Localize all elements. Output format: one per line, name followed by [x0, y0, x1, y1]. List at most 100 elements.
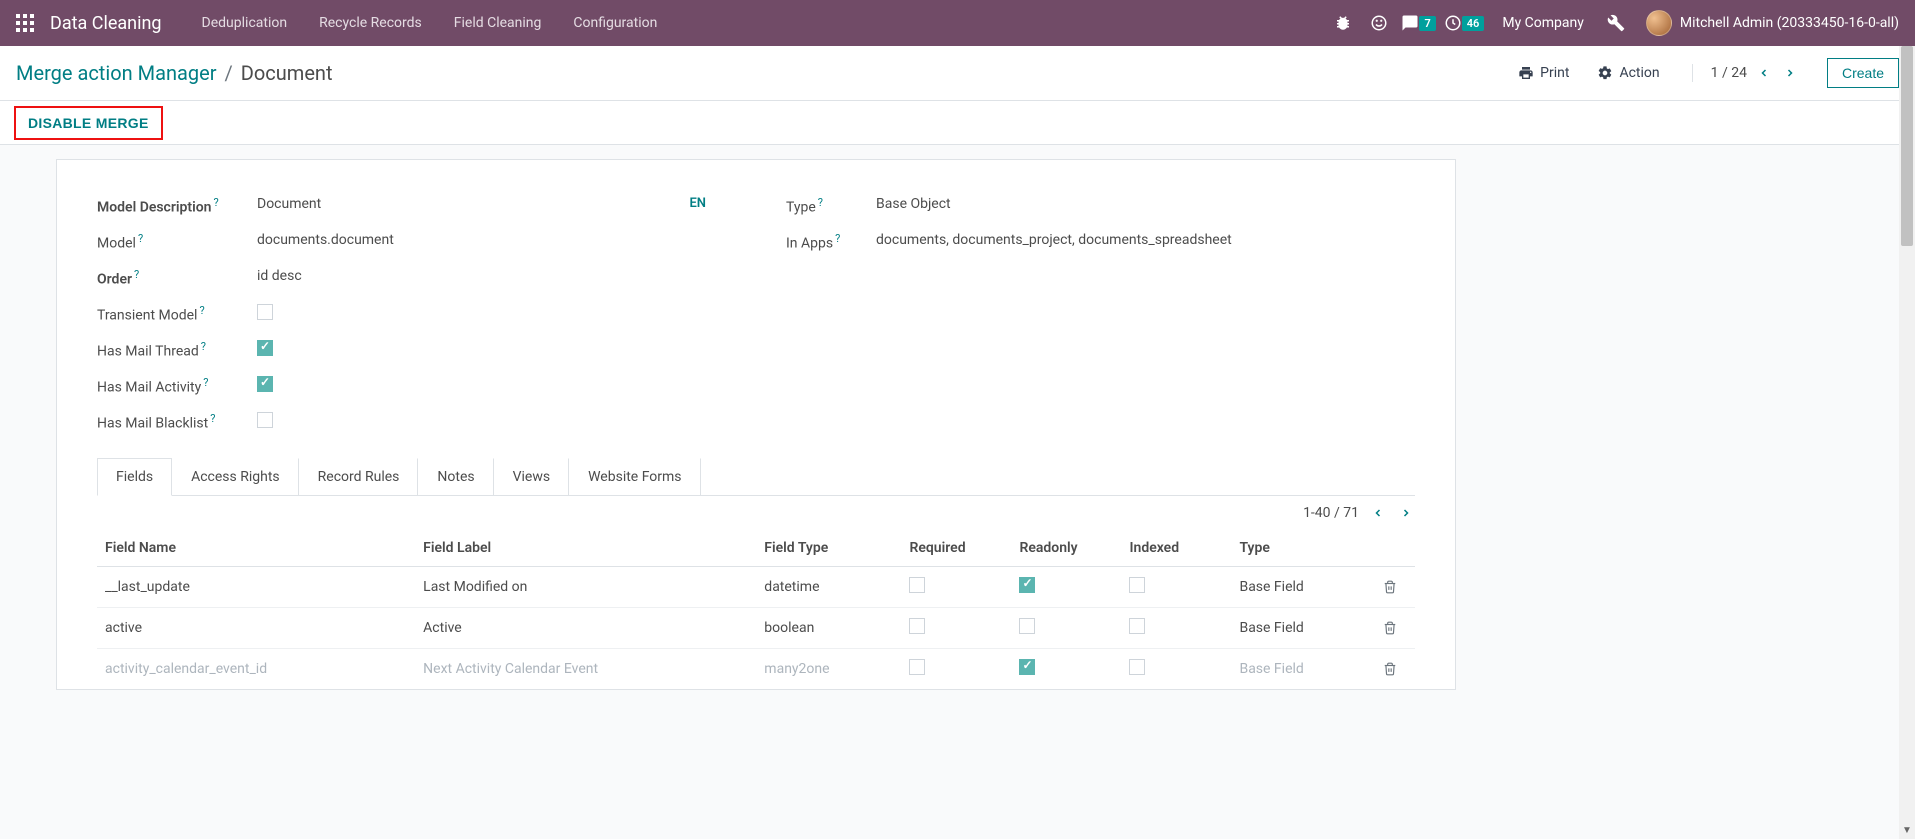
breadcrumb-current: Document	[241, 61, 333, 85]
cell-required	[901, 649, 1011, 690]
print-button[interactable]: Print	[1512, 61, 1575, 85]
help-icon[interactable]: ?	[199, 304, 204, 317]
nav-deduplication[interactable]: Deduplication	[190, 15, 300, 31]
cell-indexed	[1121, 608, 1231, 649]
label-order: Order	[97, 272, 132, 288]
label-mail-thread: Has Mail Thread	[97, 344, 199, 360]
nav-configuration[interactable]: Configuration	[561, 15, 669, 31]
label-in-apps: In Apps	[786, 236, 833, 252]
pager-next[interactable]	[1781, 64, 1799, 82]
pager-prev[interactable]	[1755, 64, 1773, 82]
tabs: Fields Access Rights Record Rules Notes …	[97, 458, 1415, 496]
help-icon[interactable]: ?	[818, 196, 823, 209]
delete-row-button[interactable]	[1375, 608, 1415, 649]
pager-text[interactable]: 1 / 24	[1711, 65, 1747, 81]
scroll-down-arrow[interactable]: ▼	[1899, 823, 1915, 839]
help-icon[interactable]: ?	[835, 232, 840, 245]
label-model: Model	[97, 236, 136, 252]
help-icon[interactable]: ?	[138, 232, 143, 245]
checkbox-mail-thread	[257, 340, 273, 356]
tab-fields[interactable]: Fields	[97, 458, 172, 496]
checkbox-cell	[909, 618, 925, 634]
disable-merge-button[interactable]: DISABLE MERGE	[14, 106, 163, 140]
cell-field-label: Last Modified on	[415, 567, 756, 608]
top-navbar: Data Cleaning Deduplication Recycle Reco…	[0, 0, 1915, 46]
form-sheet: Model Description? Document EN Model? do…	[56, 159, 1456, 690]
vertical-scrollbar[interactable]: ▲ ▼	[1899, 46, 1915, 839]
tab-views[interactable]: Views	[494, 458, 570, 496]
value-type: Base Object	[876, 196, 1415, 212]
tab-record-rules[interactable]: Record Rules	[299, 458, 419, 496]
cell-field-type: boolean	[756, 608, 901, 649]
user-menu[interactable]: Mitchell Admin (20333450-16-0-all)	[1646, 10, 1899, 36]
th-field-label[interactable]: Field Label	[415, 530, 756, 567]
lang-badge[interactable]: EN	[689, 196, 726, 211]
chevron-left-icon	[1758, 67, 1770, 79]
action-button[interactable]: Action	[1591, 61, 1665, 85]
create-button[interactable]: Create	[1827, 58, 1899, 88]
fields-pager-prev[interactable]	[1369, 504, 1387, 522]
th-field-name[interactable]: Field Name	[97, 530, 415, 567]
cell-type: Base Field	[1231, 608, 1375, 649]
label-mail-blacklist: Has Mail Blacklist	[97, 416, 208, 432]
action-label: Action	[1619, 65, 1659, 81]
th-field-type[interactable]: Field Type	[756, 530, 901, 567]
avatar	[1646, 10, 1672, 36]
th-readonly[interactable]: Readonly	[1011, 530, 1121, 567]
cell-type: Base Field	[1231, 567, 1375, 608]
app-brand[interactable]: Data Cleaning	[50, 13, 162, 34]
activities-icon[interactable]: 46	[1444, 9, 1485, 37]
label-transient: Transient Model	[97, 308, 197, 324]
cell-field-name: active	[97, 608, 415, 649]
checkbox-cell	[1129, 659, 1145, 675]
cell-indexed	[1121, 649, 1231, 690]
tools-icon[interactable]	[1602, 9, 1630, 37]
debug-icon[interactable]	[1329, 9, 1357, 37]
nav-field-cleaning[interactable]: Field Cleaning	[442, 15, 554, 31]
breadcrumb-separator: /	[225, 61, 233, 85]
apps-icon[interactable]	[16, 14, 34, 32]
delete-row-button[interactable]	[1375, 567, 1415, 608]
table-row[interactable]: activeActivebooleanBase Field	[97, 608, 1415, 649]
checkbox-cell	[1019, 577, 1035, 593]
form-right-column: Type? Base Object In Apps? documents, do…	[786, 190, 1415, 442]
fields-pager-next[interactable]	[1397, 504, 1415, 522]
delete-row-button[interactable]	[1375, 649, 1415, 690]
activities-badge: 46	[1462, 16, 1485, 31]
cell-type: Base Field	[1231, 649, 1375, 690]
label-mail-activity: Has Mail Activity	[97, 380, 201, 396]
tab-notes[interactable]: Notes	[418, 458, 493, 496]
table-row[interactable]: __last_updateLast Modified ondatetimeBas…	[97, 567, 1415, 608]
chevron-left-icon	[1372, 507, 1384, 519]
tab-access-rights[interactable]: Access Rights	[172, 458, 299, 496]
breadcrumb-link[interactable]: Merge action Manager	[16, 61, 217, 85]
control-bar: Merge action Manager / Document Print Ac…	[0, 46, 1915, 101]
cell-field-type: datetime	[756, 567, 901, 608]
fields-pager-text[interactable]: 1-40 / 71	[1303, 505, 1359, 521]
tab-website-forms[interactable]: Website Forms	[569, 458, 700, 496]
help-icon[interactable]: ?	[203, 376, 208, 389]
cell-readonly	[1011, 567, 1121, 608]
help-icon[interactable]: ?	[134, 268, 139, 281]
table-row[interactable]: activity_calendar_event_idNext Activity …	[97, 649, 1415, 690]
checkbox-cell	[1129, 577, 1145, 593]
cell-required	[901, 567, 1011, 608]
th-required[interactable]: Required	[901, 530, 1011, 567]
help-icon[interactable]: ?	[210, 412, 215, 425]
messages-icon[interactable]: 7	[1401, 9, 1435, 37]
th-indexed[interactable]: Indexed	[1121, 530, 1231, 567]
nav-recycle-records[interactable]: Recycle Records	[307, 15, 434, 31]
messages-badge: 7	[1419, 16, 1435, 31]
support-icon[interactable]	[1365, 9, 1393, 37]
company-switcher[interactable]: My Company	[1502, 15, 1584, 31]
cell-indexed	[1121, 567, 1231, 608]
scroll-thumb[interactable]	[1901, 46, 1913, 246]
cell-field-label: Next Activity Calendar Event	[415, 649, 756, 690]
fields-table: Field Name Field Label Field Type Requir…	[97, 530, 1415, 689]
value-in-apps: documents, documents_project, documents_…	[876, 232, 1415, 248]
help-icon[interactable]: ?	[201, 340, 206, 353]
help-icon[interactable]: ?	[214, 196, 219, 209]
user-name: Mitchell Admin (20333450-16-0-all)	[1680, 15, 1899, 31]
cell-field-name: activity_calendar_event_id	[97, 649, 415, 690]
th-type[interactable]: Type	[1231, 530, 1375, 567]
